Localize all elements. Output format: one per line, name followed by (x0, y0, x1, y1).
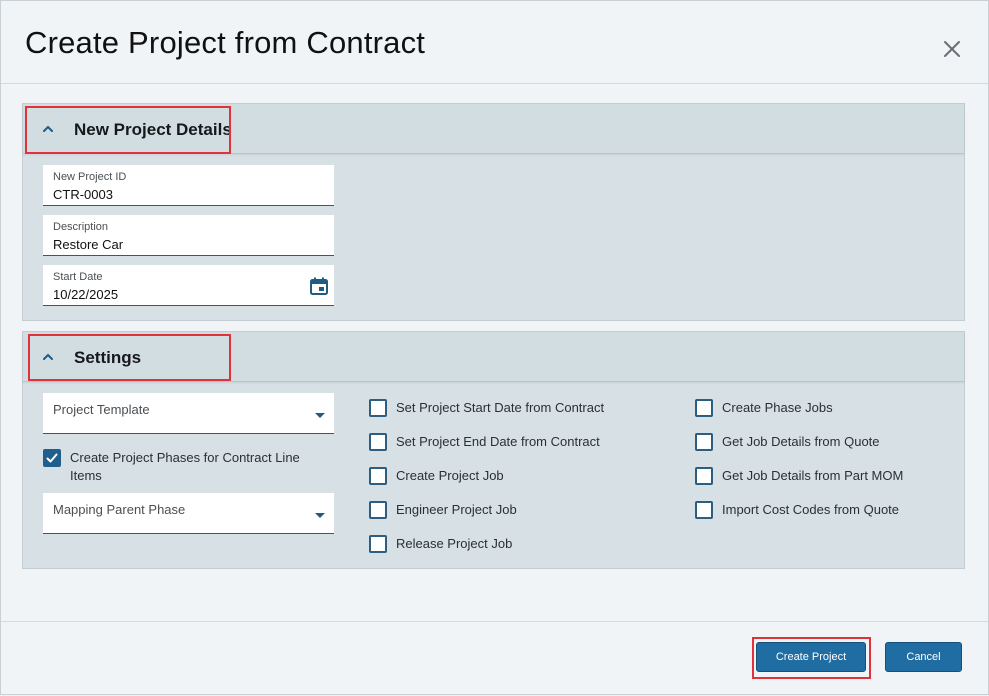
job-details-quote-label: Get Job Details from Quote (722, 434, 880, 449)
release-project-job-checkbox[interactable]: Release Project Job (369, 535, 512, 553)
chevron-up-icon (43, 353, 53, 360)
new-project-details-title: New Project Details (74, 120, 232, 139)
engineer-project-job-label: Engineer Project Job (396, 502, 517, 517)
engineer-project-job-checkbox[interactable]: Engineer Project Job (369, 501, 517, 519)
checkbox[interactable] (695, 433, 713, 451)
calendar-icon[interactable] (309, 276, 329, 296)
checkbox[interactable] (369, 535, 387, 553)
checkbox[interactable] (695, 399, 713, 417)
import-cost-codes-checkbox[interactable]: Import Cost Codes from Quote (695, 501, 899, 519)
checkbox[interactable] (695, 467, 713, 485)
new-project-id-value: CTR-0003 (53, 187, 113, 202)
create-project-dialog: Create Project from Contract New Project… (0, 0, 989, 695)
settings-panel: Settings Project Template Create Project… (22, 331, 965, 569)
checkbox[interactable] (369, 433, 387, 451)
settings-header[interactable]: Settings (23, 332, 964, 382)
settings-title: Settings (74, 348, 142, 367)
dialog-footer: Create Project Cancel (1, 621, 988, 696)
chevron-down-icon (315, 513, 325, 518)
checkbox-checked[interactable] (43, 449, 61, 467)
project-template-placeholder: Project Template (53, 402, 150, 417)
project-template-select[interactable]: Project Template (43, 393, 334, 434)
import-cost-codes-label: Import Cost Codes from Quote (722, 502, 900, 517)
job-details-part-mom-checkbox[interactable]: Get Job Details from Part MOM (695, 467, 903, 485)
job-details-quote-checkbox[interactable]: Get Job Details from Quote (695, 433, 880, 451)
checkbox[interactable] (369, 467, 387, 485)
close-icon[interactable] (942, 39, 962, 59)
checkbox[interactable] (369, 501, 387, 519)
start-date-field[interactable]: Start Date 10/22/2025 (43, 265, 334, 306)
set-start-date-label: Set Project Start Date from Contract (396, 400, 605, 415)
cancel-button[interactable]: Cancel (885, 642, 962, 672)
checkbox[interactable] (695, 501, 713, 519)
mapping-parent-phase-placeholder: Mapping Parent Phase (53, 502, 186, 517)
start-date-value: 10/22/2025 (53, 287, 119, 302)
create-phases-checkbox[interactable]: Create Project Phases for Contract Line … (43, 449, 313, 485)
description-field[interactable]: Description Restore Car (43, 215, 334, 256)
set-end-date-checkbox[interactable]: Set Project End Date from Contract (369, 433, 600, 451)
create-project-job-checkbox[interactable]: Create Project Job (369, 467, 504, 485)
create-phases-label: Create Project Phases for Contract Line … (70, 450, 300, 483)
chevron-down-icon (315, 413, 325, 418)
create-phase-jobs-checkbox[interactable]: Create Phase Jobs (695, 399, 833, 417)
new-project-details-header[interactable]: New Project Details (23, 104, 964, 154)
release-project-job-label: Release Project Job (396, 536, 513, 551)
new-project-details-panel: New Project Details New Project ID CTR-0… (22, 103, 965, 321)
chevron-up-icon (43, 125, 53, 132)
description-value: Restore Car (53, 237, 124, 252)
job-details-part-mom-label: Get Job Details from Part MOM (722, 468, 904, 483)
create-project-job-label: Create Project Job (396, 468, 504, 483)
new-project-id-label: New Project ID (53, 171, 127, 183)
start-date-label: Start Date (53, 271, 103, 283)
dialog-header: Create Project from Contract (1, 1, 988, 84)
set-end-date-label: Set Project End Date from Contract (396, 434, 600, 449)
set-start-date-checkbox[interactable]: Set Project Start Date from Contract (369, 399, 604, 417)
create-phase-jobs-label: Create Phase Jobs (722, 400, 833, 415)
create-project-button[interactable]: Create Project (756, 642, 866, 672)
mapping-parent-phase-select[interactable]: Mapping Parent Phase (43, 493, 334, 534)
checkbox[interactable] (369, 399, 387, 417)
new-project-id-field[interactable]: New Project ID CTR-0003 (43, 165, 334, 206)
dialog-title: Create Project from Contract (25, 25, 426, 60)
description-label: Description (53, 221, 109, 233)
